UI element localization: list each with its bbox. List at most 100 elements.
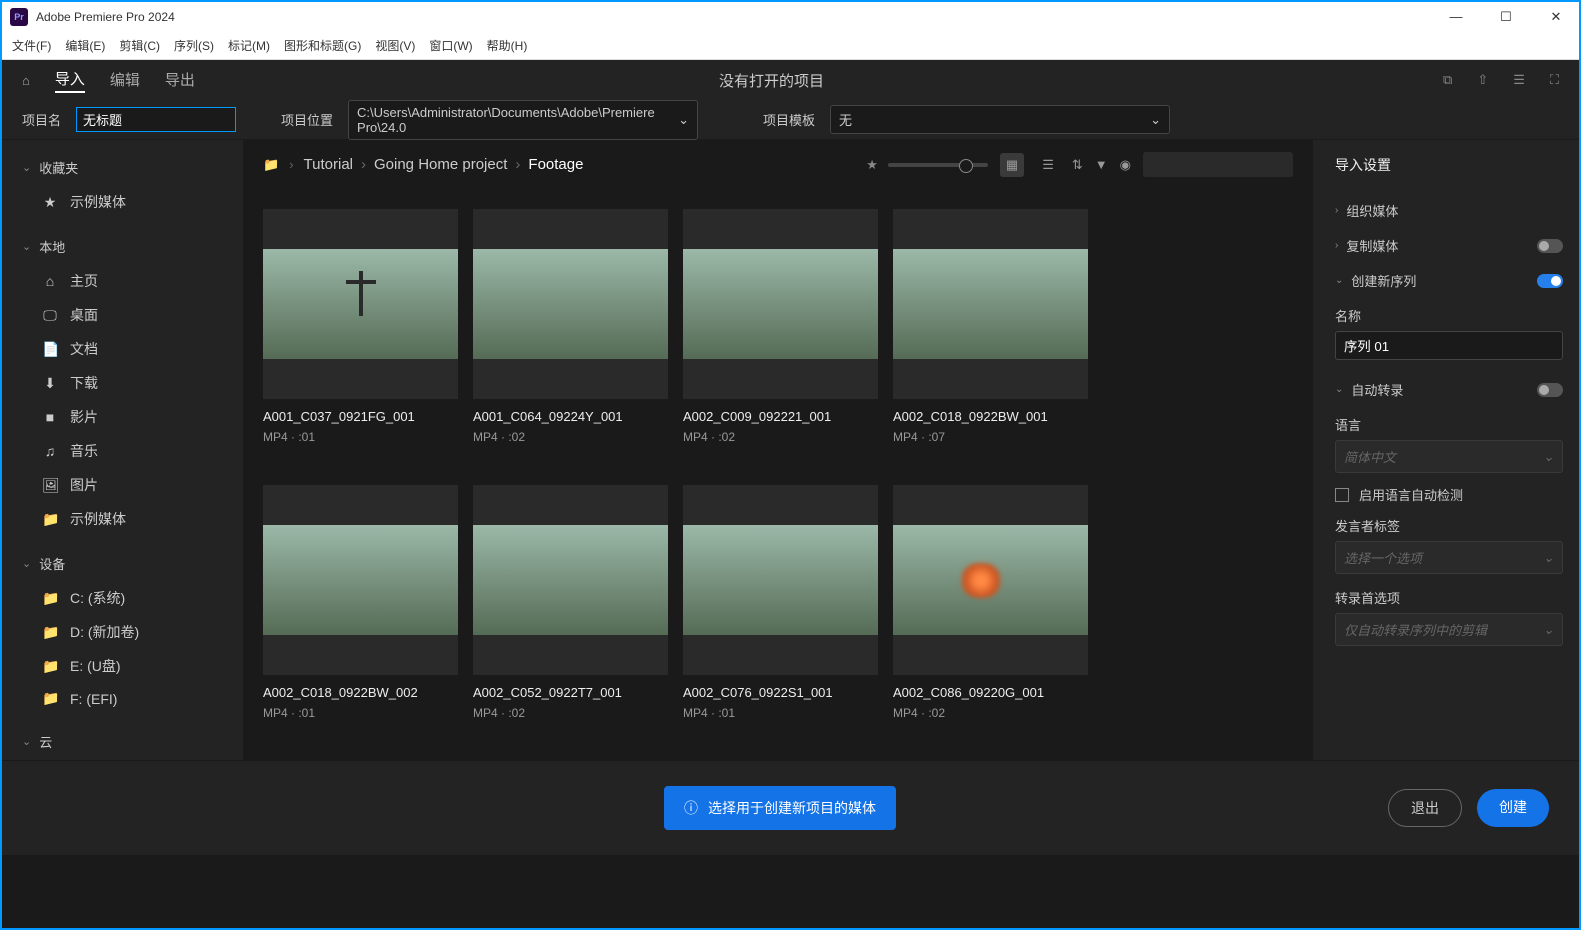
section-copy-media[interactable]: ›复制媒体 — [1335, 228, 1563, 263]
clip-thumbnail[interactable] — [263, 209, 458, 399]
clip-meta: MP4 · :01 — [683, 706, 878, 720]
clip-thumbnail[interactable] — [473, 485, 668, 675]
sidebar-item[interactable]: 🖵桌面 — [2, 298, 237, 332]
grid-view-button[interactable]: ▦ — [1000, 153, 1024, 177]
folder-icon: 📁 — [42, 658, 58, 675]
maximize-button[interactable]: ☐ — [1491, 9, 1521, 25]
breadcrumb-item[interactable]: Tutorial — [304, 156, 353, 173]
sidebar-section-header[interactable]: 设备 — [2, 546, 237, 581]
clip-thumbnail[interactable] — [263, 485, 458, 675]
project-template-value: 无 — [839, 110, 852, 129]
clip-meta: MP4 · :02 — [473, 430, 668, 444]
clip-thumbnail[interactable] — [683, 209, 878, 399]
copy-media-toggle[interactable] — [1537, 239, 1563, 253]
menu-item[interactable]: 视图(V) — [375, 37, 415, 54]
sidebar-section-header[interactable]: 本地 — [2, 229, 237, 264]
clip-card[interactable]: A002_C018_0922BW_001 MP4 · :07 — [893, 209, 1088, 465]
clip-thumbnail[interactable] — [893, 209, 1088, 399]
tab-import[interactable]: 导入 — [55, 68, 85, 93]
star-icon[interactable]: ★ — [866, 157, 878, 173]
section-auto-transcribe[interactable]: ⌄自动转录 — [1335, 372, 1563, 407]
project-template-select[interactable]: 无 ⌄ — [830, 105, 1170, 134]
menu-item[interactable]: 编辑(E) — [65, 37, 105, 54]
clip-card[interactable]: A002_C018_0922BW_002 MP4 · :01 — [263, 485, 458, 741]
menu-item[interactable]: 剪辑(C) — [119, 37, 160, 54]
clip-card[interactable]: A001_C064_09224Y_001 MP4 · :02 — [473, 209, 668, 465]
menu-item[interactable]: 序列(S) — [174, 37, 214, 54]
exit-button[interactable]: 退出 — [1388, 789, 1462, 827]
menu-item[interactable]: 帮助(H) — [487, 37, 528, 54]
clip-card[interactable]: A002_C086_09220G_001 MP4 · :02 — [893, 485, 1088, 741]
sidebar-item[interactable]: 📄文档 — [2, 332, 237, 366]
clip-thumbnail[interactable] — [473, 209, 668, 399]
sidebar-item[interactable]: ⬇下载 — [2, 366, 237, 400]
sidebar-item[interactable]: 🖼图片 — [2, 468, 237, 502]
menubar: 文件(F) 编辑(E) 剪辑(C) 序列(S) 标记(M) 图形和标题(G) 视图(V) 窗口… — [2, 32, 1579, 60]
auto-transcribe-toggle[interactable] — [1537, 383, 1563, 397]
list-icon[interactable]: ☰ — [1513, 72, 1525, 88]
clip-card[interactable]: A002_C009_092221_001 MP4 · :02 — [683, 209, 878, 465]
folder-icon: 📁 — [42, 511, 58, 528]
folder-icon: ■ — [42, 409, 58, 425]
speaker-select[interactable]: 选择一个选项⌄ — [1335, 541, 1563, 574]
project-location-select[interactable]: C:\Users\Administrator\Documents\Adobe\P… — [348, 100, 698, 140]
folder-icon[interactable]: 📁 — [263, 157, 279, 173]
language-select[interactable]: 简体中文⌄ — [1335, 440, 1563, 473]
sidebar-section-header[interactable]: 收藏夹 — [2, 150, 237, 185]
chevron-right-icon: › — [1335, 240, 1338, 251]
chevron-down-icon: ⌄ — [1543, 550, 1554, 566]
sidebar-item[interactable]: ⌂主页 — [2, 264, 237, 298]
sidebar-item[interactable]: 📁D: (新加卷) — [2, 615, 237, 649]
popout-icon[interactable]: ⧉ — [1443, 72, 1452, 88]
project-settings-row: 项目名 项目位置 C:\Users\Administrator\Document… — [2, 100, 1579, 140]
checkbox-icon[interactable] — [1335, 488, 1349, 502]
sidebar-item[interactable]: 📁C: (系统) — [2, 581, 237, 615]
clip-thumbnail[interactable] — [893, 485, 1088, 675]
transcription-pref-select[interactable]: 仅自动转录序列中的剪辑⌄ — [1335, 613, 1563, 646]
tab-edit[interactable]: 编辑 — [110, 69, 140, 92]
eye-icon[interactable]: ◉ — [1120, 157, 1131, 173]
sidebar-item[interactable]: 📁E: (U盘) — [2, 649, 237, 683]
media-browser: 📁 › Tutorial›Going Home project›Footage … — [243, 140, 1313, 760]
location-sidebar: 收藏夹★示例媒体本地⌂主页🖵桌面📄文档⬇下载■影片♫音乐🖼图片📁示例媒体设备📁C… — [2, 140, 237, 760]
sequence-name-input[interactable] — [1335, 331, 1563, 360]
sidebar-item[interactable]: ■影片 — [2, 400, 237, 434]
menu-item[interactable]: 图形和标题(G) — [284, 37, 361, 54]
sidebar-item-label: 示例媒体 — [70, 192, 126, 212]
clip-card[interactable]: A001_C037_0921FG_001 MP4 · :01 — [263, 209, 458, 465]
clip-card[interactable]: A002_C052_0922T7_001 MP4 · :02 — [473, 485, 668, 741]
breadcrumb-item[interactable]: Going Home project — [374, 156, 507, 173]
menu-item[interactable]: 文件(F) — [12, 37, 51, 54]
search-input[interactable] — [1143, 152, 1293, 177]
list-view-button[interactable]: ☰ — [1036, 153, 1060, 177]
create-sequence-toggle[interactable] — [1537, 274, 1563, 288]
breadcrumb-item[interactable]: Footage — [528, 156, 583, 173]
filter-icon[interactable]: ▼ — [1095, 157, 1108, 172]
clip-thumbnail[interactable] — [683, 485, 878, 675]
sidebar-section-header[interactable]: 云 — [2, 724, 237, 759]
thumbnail-zoom-slider[interactable] — [888, 163, 988, 167]
sidebar-item[interactable]: ♫音乐 — [2, 434, 237, 468]
menu-item[interactable]: 标记(M) — [228, 37, 270, 54]
settings-title: 导入设置 — [1335, 155, 1563, 175]
sidebar-item[interactable]: 📁示例媒体 — [2, 502, 237, 536]
share-icon[interactable]: ⇧ — [1477, 72, 1488, 88]
fullscreen-icon[interactable]: ⛶ — [1550, 72, 1559, 88]
section-organize-media[interactable]: ›组织媒体 — [1335, 193, 1563, 228]
project-name-input[interactable] — [76, 107, 236, 132]
minimize-button[interactable]: — — [1441, 9, 1471, 25]
language-detect-checkbox-row[interactable]: 启用语言自动检测 — [1335, 485, 1563, 504]
sidebar-item[interactable]: ★示例媒体 — [2, 185, 237, 219]
sort-icon[interactable]: ⇅ — [1072, 157, 1083, 173]
import-settings-panel: 导入设置 ›组织媒体 ›复制媒体 ⌄创建新序列 名称 ⌄自动转录 语言 简体中文… — [1319, 140, 1579, 760]
clip-card[interactable]: A002_C076_0922S1_001 MP4 · :01 — [683, 485, 878, 741]
window-titlebar: Pr Adobe Premiere Pro 2024 — ☐ ✕ — [2, 2, 1579, 32]
home-icon[interactable]: ⌂ — [22, 73, 30, 88]
chevron-down-icon: ⌄ — [1150, 112, 1161, 128]
create-button[interactable]: 创建 — [1477, 789, 1549, 827]
select-media-info-button[interactable]: ⓘ 选择用于创建新项目的媒体 — [664, 786, 896, 830]
close-button[interactable]: ✕ — [1541, 9, 1571, 25]
sidebar-item[interactable]: 📁F: (EFI) — [2, 683, 237, 714]
menu-item[interactable]: 窗口(W) — [429, 37, 472, 54]
section-create-sequence[interactable]: ⌄创建新序列 — [1335, 263, 1563, 298]
